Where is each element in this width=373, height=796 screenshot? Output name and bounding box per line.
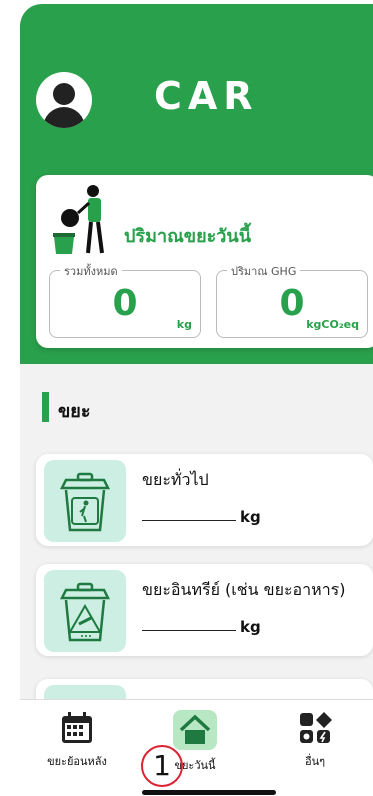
bottom-tab-bar: ขยะย้อนหลัง ขยะวันนี้ อื่นๆ <box>20 699 373 796</box>
avatar-body-icon <box>43 107 85 128</box>
section-label: ขยะ <box>58 401 91 422</box>
general-bin-icon <box>44 460 126 542</box>
phone-screen: CAR ปริมาณขยะวันนี้ รวมทั้งหมด 0 kg ปริม… <box>20 4 373 796</box>
waste-amount-input[interactable] <box>142 520 236 521</box>
ghg-field: ปริมาณ GHG 0 kgCO₂eq <box>216 262 368 338</box>
avatar[interactable] <box>36 72 92 128</box>
summary-title: ปริมาณขยะวันนี้ <box>124 226 252 247</box>
section-accent-bar <box>42 392 49 422</box>
avatar-head-icon <box>53 83 75 105</box>
total-field: รวมทั้งหมด 0 kg <box>49 262 201 338</box>
tab-label: อื่นๆ <box>304 755 326 768</box>
waste-amount-input[interactable] <box>142 630 236 631</box>
home-icon <box>173 710 217 750</box>
more-icon <box>300 712 332 743</box>
summary-card: ปริมาณขยะวันนี้ รวมทั้งหมด 0 kg ปริมาณ G… <box>36 175 373 348</box>
step-annotation-badge: 1 <box>141 745 183 787</box>
waste-card-general[interactable]: ขยะทั่วไป kg <box>36 454 373 546</box>
ghg-legend: ปริมาณ GHG <box>227 262 301 280</box>
calendar-icon <box>62 712 92 743</box>
waste-unit: kg <box>240 618 261 636</box>
tab-history[interactable]: ขยะย้อนหลัง <box>22 710 132 770</box>
waste-name: ขยะอินทรีย์ (เช่น ขยะอาหาร) <box>142 580 346 599</box>
organic-bin-icon <box>44 570 126 652</box>
waste-name: ขยะทั่วไป <box>142 470 209 489</box>
tab-more[interactable]: อื่นๆ <box>260 710 370 770</box>
app-title: CAR <box>154 74 259 118</box>
waste-unit: kg <box>240 508 261 526</box>
tab-label: ขยะย้อนหลัง <box>47 755 107 768</box>
home-indicator[interactable] <box>142 790 276 795</box>
waste-card-organic[interactable]: ขยะอินทรีย์ (เช่น ขยะอาหาร) kg <box>36 564 373 656</box>
total-unit: kg <box>176 318 192 331</box>
total-legend: รวมทั้งหมด <box>60 262 122 280</box>
ghg-unit: kgCO₂eq <box>306 318 359 331</box>
person-with-trash-bag-icon <box>53 185 104 254</box>
